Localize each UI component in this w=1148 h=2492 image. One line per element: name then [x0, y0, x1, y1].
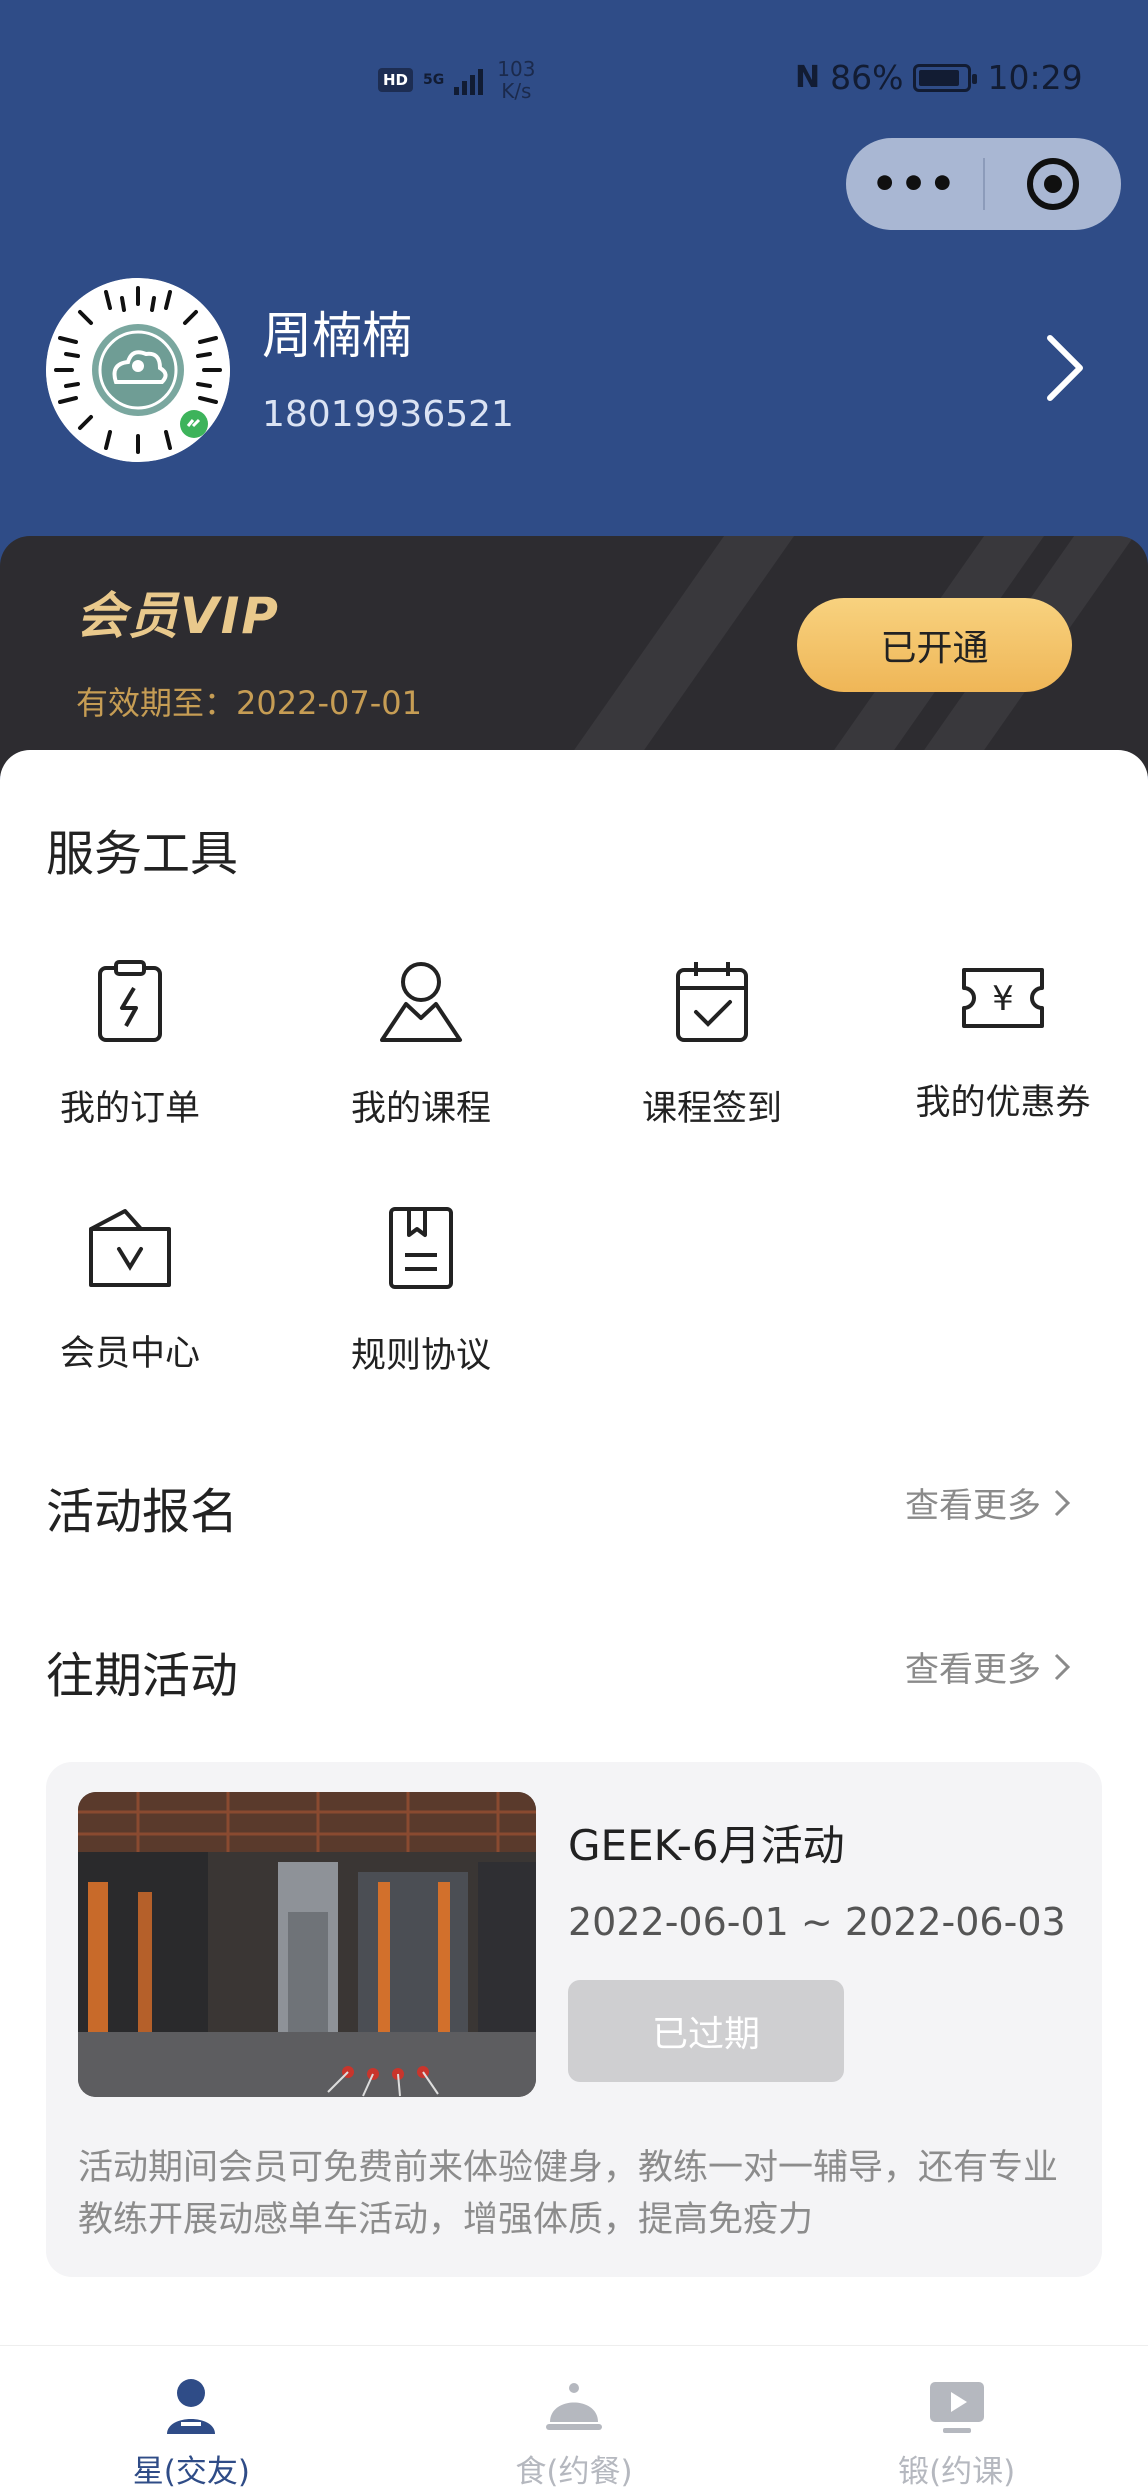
- course-icon: [380, 962, 462, 1042]
- miniprogram-capsule: •••: [846, 138, 1121, 230]
- speed-value: 103: [497, 57, 536, 81]
- calendar-check-icon: [676, 962, 748, 1042]
- vip-expiry: 有效期至：2022-07-01: [76, 684, 422, 722]
- member-bag-icon: [89, 1209, 171, 1287]
- coupon-icon: ¥: [962, 968, 1044, 1028]
- dish-cover-icon: [546, 2383, 602, 2430]
- capsule-close-button[interactable]: [985, 158, 1121, 210]
- video-play-icon: [929, 2382, 984, 2433]
- activity-image: [78, 1792, 536, 2097]
- tab-label: 食(约餐): [515, 2454, 633, 2490]
- gym-photo-image: [78, 1792, 536, 2097]
- vip-title: 会员VIP: [76, 587, 280, 645]
- tool-rules-agreement[interactable]: 规则协议: [311, 1205, 531, 1378]
- signup-more-link[interactable]: 查看更多: [905, 1478, 1073, 1527]
- bottom-tab-bar: 星(交友) 食(约餐) 锻(约课): [0, 2345, 1148, 2492]
- tool-my-coupons[interactable]: ¥ 我的优惠券: [893, 958, 1113, 1125]
- battery-percent: 86%: [830, 58, 904, 97]
- profile-name: 周楠楠: [262, 307, 412, 365]
- chevron-right-icon[interactable]: [1036, 330, 1092, 406]
- past-title: 往期活动: [46, 1636, 239, 1710]
- person-icon: [167, 2379, 216, 2434]
- battery-icon: [913, 63, 978, 92]
- tool-member-center[interactable]: 会员中心: [20, 1205, 240, 1376]
- signup-title: 活动报名: [46, 1472, 239, 1546]
- tab-friends[interactable]: 星(交友): [0, 2346, 383, 2492]
- status-bar-left: HD 5G 103 K/s: [378, 58, 535, 102]
- target-close-icon: [1027, 158, 1079, 210]
- nfc-icon: N: [795, 60, 821, 95]
- tab-label: 锻(约课): [898, 2454, 1016, 2490]
- status-bar-right: N 86% 10:29: [795, 58, 1083, 97]
- speed-unit: K/s: [501, 79, 532, 103]
- more-label: 查看更多: [905, 1650, 1041, 1690]
- vip-card: 会员VIP 有效期至：2022-07-01 已开通: [0, 536, 1148, 776]
- svg-text:¥: ¥: [992, 979, 1014, 1019]
- tool-label: 课程签到: [641, 1089, 782, 1129]
- order-icon: [98, 960, 162, 1042]
- more-dots-icon[interactable]: •••: [846, 163, 983, 205]
- chevron-right-icon: [1054, 1653, 1071, 1680]
- profile-phone: 18019936521: [262, 394, 514, 435]
- tool-label: 我的优惠券: [915, 1083, 1091, 1123]
- tool-course-checkin[interactable]: 课程签到: [602, 958, 822, 1131]
- network-speed: 103 K/s: [497, 58, 535, 102]
- tool-label: 我的课程: [350, 1089, 491, 1129]
- signup-title-text: 活动报名: [46, 1484, 239, 1540]
- tool-label: 会员中心: [59, 1334, 200, 1374]
- activity-description: 活动期间会员可免费前来体验健身，教练一对一辅导，还有专业教练开展动感单车活动，增…: [78, 2148, 1059, 2240]
- rules-book-icon: [389, 1207, 453, 1289]
- network-label: 5G: [423, 72, 445, 88]
- past-more-link[interactable]: 查看更多: [905, 1642, 1073, 1691]
- tool-label: 规则协议: [350, 1336, 491, 1376]
- tab-label: 星(交友): [132, 2454, 250, 2490]
- vip-decor-stripe: [555, 536, 795, 776]
- signal-icon: [454, 65, 484, 95]
- activity-dates: 2022-06-01 ~ 2022-06-03: [568, 1900, 1066, 1944]
- services-title-text: 服务工具: [46, 826, 239, 882]
- activity-card[interactable]: GEEK-6月活动 2022-06-01 ~ 2022-06-03 已过期 活动…: [46, 1762, 1102, 2277]
- vip-activated-button[interactable]: 已开通: [797, 598, 1072, 692]
- clock: 10:29: [987, 58, 1083, 97]
- qr-code-avatar-icon: [46, 278, 230, 462]
- tool-label: 我的订单: [59, 1089, 200, 1129]
- chevron-right-icon: [1054, 1489, 1071, 1516]
- past-title-text: 往期活动: [46, 1648, 239, 1704]
- status-bar: HD 5G 103 K/s N 86% 10:29: [0, 0, 1148, 150]
- more-label: 查看更多: [905, 1486, 1041, 1526]
- tab-training[interactable]: 锻(约课): [765, 2346, 1148, 2492]
- services-title: 服务工具: [46, 814, 239, 888]
- hd-badge: HD: [378, 68, 414, 92]
- tab-dining[interactable]: 食(约餐): [383, 2346, 766, 2492]
- tool-my-courses[interactable]: 我的课程: [311, 958, 531, 1131]
- activity-title: GEEK-6月活动: [568, 1821, 845, 1870]
- expired-button[interactable]: 已过期: [568, 1980, 844, 2082]
- avatar[interactable]: [46, 278, 230, 462]
- tool-my-orders[interactable]: 我的订单: [20, 958, 240, 1131]
